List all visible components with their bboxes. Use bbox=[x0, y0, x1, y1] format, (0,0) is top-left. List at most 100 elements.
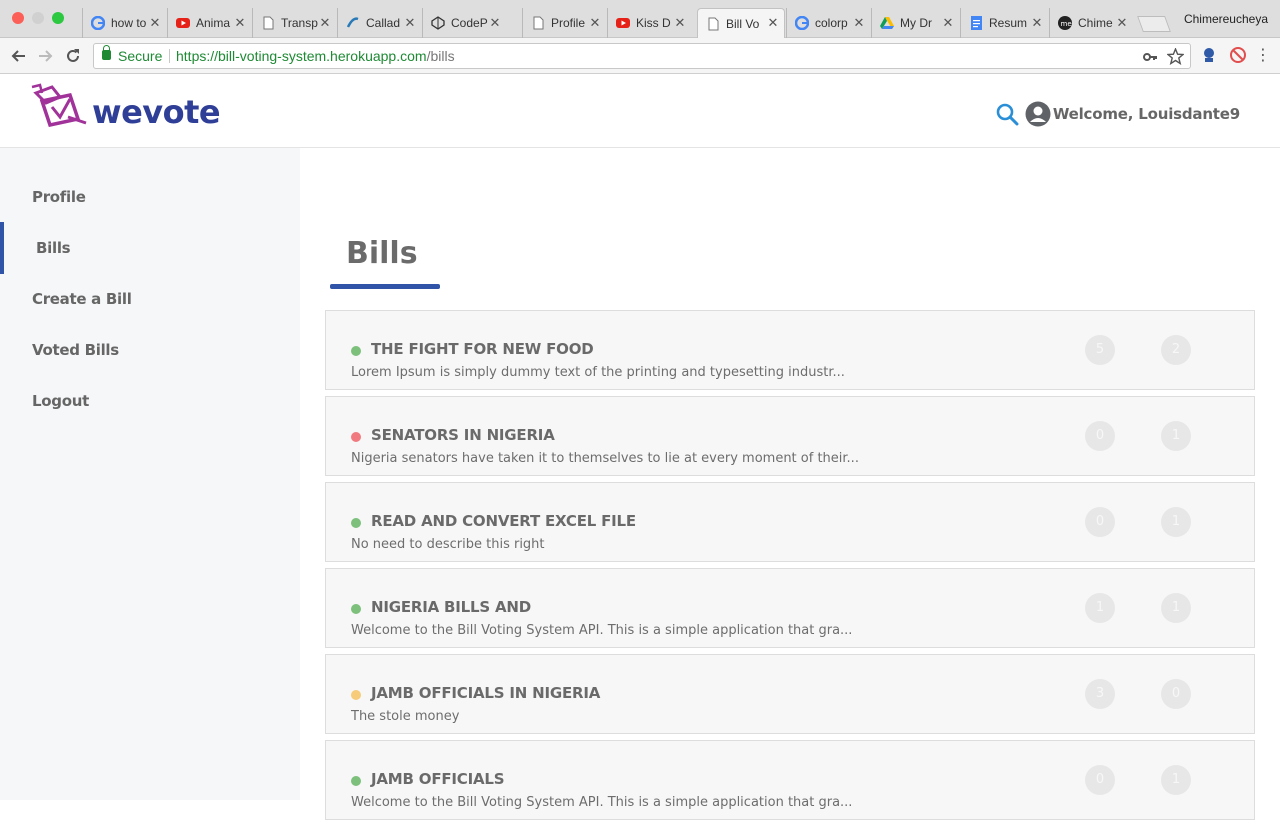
downvote-count-badge: 0 bbox=[1161, 679, 1191, 709]
browser-menu-icon[interactable]: ⋮ bbox=[1254, 46, 1272, 64]
close-tab-icon[interactable]: ✕ bbox=[1115, 16, 1129, 31]
sidebar-item-voted-bills[interactable]: Voted Bills bbox=[32, 341, 119, 359]
extension-icon[interactable] bbox=[1200, 46, 1218, 64]
search-icon[interactable] bbox=[995, 102, 1019, 126]
sidebar-item-create-bill[interactable]: Create a Bill bbox=[32, 290, 132, 308]
bill-card[interactable]: JAMB OFFICIALS Welcome to the Bill Voting… bbox=[325, 740, 1255, 820]
youtube-icon bbox=[176, 16, 190, 30]
close-tab-icon[interactable]: ✕ bbox=[318, 16, 332, 31]
bill-title[interactable]: NIGERIA BILLS AND bbox=[371, 598, 531, 616]
upvote-count-badge: 5 bbox=[1085, 335, 1115, 365]
browser-tab-active[interactable]: Bill Vo ✕ bbox=[697, 8, 785, 38]
bill-title[interactable]: SENATORS IN NIGERIA bbox=[371, 426, 555, 444]
bill-description: Welcome to the Bill Voting System API. T… bbox=[351, 623, 853, 638]
address-url: https://bill-voting-system.herokuapp.com… bbox=[176, 44, 455, 68]
sidebar-item-profile[interactable]: Profile bbox=[32, 188, 86, 206]
bill-title[interactable]: READ AND CONVERT EXCEL FILE bbox=[371, 512, 636, 530]
bill-title[interactable]: JAMB OFFICIALS bbox=[371, 770, 505, 788]
secure-label: Secure bbox=[118, 48, 163, 64]
forward-arrow-icon[interactable] bbox=[34, 45, 56, 67]
welcome-text[interactable]: Welcome, Louisdante9 bbox=[1053, 105, 1240, 123]
address-bar[interactable]: Secure https://bill-voting-system.heroku… bbox=[93, 43, 1191, 69]
browser-tab[interactable]: Anima ✕ bbox=[167, 8, 251, 38]
wevote-logo[interactable]: wevote bbox=[30, 83, 221, 133]
bill-description: The stole money bbox=[351, 709, 460, 724]
user-avatar-icon[interactable] bbox=[1025, 101, 1051, 127]
codepen-icon bbox=[431, 16, 445, 30]
bill-title[interactable]: JAMB OFFICIALS IN NIGERIA bbox=[371, 684, 600, 702]
upvote-count-badge: 0 bbox=[1085, 507, 1115, 537]
close-tab-icon[interactable]: ✕ bbox=[148, 16, 162, 31]
close-tab-icon[interactable]: ✕ bbox=[852, 16, 866, 31]
upvote-count-badge: 0 bbox=[1085, 765, 1115, 795]
bill-description: Nigeria senators have taken it to themse… bbox=[351, 451, 859, 466]
bill-card[interactable]: THE FIGHT FOR NEW FOOD Lorem Ipsum is sim… bbox=[325, 310, 1255, 390]
bill-title[interactable]: THE FIGHT FOR NEW FOOD bbox=[371, 340, 594, 358]
close-tab-icon[interactable]: ✕ bbox=[673, 16, 687, 31]
page-title: Bills bbox=[346, 236, 418, 271]
minimize-window-button[interactable] bbox=[32, 12, 44, 24]
browser-tab[interactable]: CodeP ✕ bbox=[422, 8, 506, 38]
logo-text: wevote bbox=[92, 93, 221, 131]
browser-tab[interactable]: me Chime ✕ bbox=[1049, 8, 1133, 38]
close-tab-icon[interactable]: ✕ bbox=[488, 16, 502, 31]
downvote-count-badge: 1 bbox=[1161, 593, 1191, 623]
close-tab-icon[interactable]: ✕ bbox=[403, 16, 417, 31]
bill-description: No need to describe this right bbox=[351, 537, 545, 552]
main-content: Bills THE FIGHT FOR NEW FOOD Lorem Ipsum … bbox=[300, 148, 1280, 820]
url-path: /bills bbox=[426, 48, 455, 64]
browser-profile-name[interactable]: Chimereucheya bbox=[1184, 12, 1268, 26]
bill-status-dot bbox=[351, 432, 361, 442]
close-tab-icon[interactable]: ✕ bbox=[1030, 16, 1044, 31]
page-icon bbox=[706, 17, 720, 31]
new-tab-button[interactable] bbox=[1137, 16, 1171, 32]
bill-card[interactable]: READ AND CONVERT EXCEL FILE No need to de… bbox=[325, 482, 1255, 562]
close-tab-icon[interactable]: ✕ bbox=[766, 16, 780, 31]
browser-tab[interactable]: Transp ✕ bbox=[252, 8, 336, 38]
page-icon bbox=[531, 16, 545, 30]
page-icon bbox=[261, 16, 275, 30]
youtube-icon bbox=[616, 16, 630, 30]
browser-tab[interactable]: My Dr ✕ bbox=[871, 8, 959, 38]
address-separator bbox=[169, 49, 170, 63]
upvote-count-badge: 1 bbox=[1085, 593, 1115, 623]
header-user-area: Welcome, Louisdante9 bbox=[995, 101, 1240, 127]
close-tab-icon[interactable]: ✕ bbox=[233, 16, 247, 31]
lock-icon bbox=[102, 45, 111, 60]
svg-text:me: me bbox=[1061, 20, 1072, 28]
close-tab-icon[interactable]: ✕ bbox=[588, 16, 602, 31]
back-arrow-icon[interactable] bbox=[8, 45, 30, 67]
browser-tab[interactable]: colorp ✕ bbox=[786, 8, 870, 38]
google-icon bbox=[795, 16, 809, 30]
browser-tab[interactable]: how to ✕ bbox=[82, 8, 166, 38]
reload-icon[interactable] bbox=[62, 45, 84, 67]
downvote-count-badge: 1 bbox=[1161, 421, 1191, 451]
docs-icon bbox=[969, 16, 983, 30]
page-icon bbox=[346, 16, 360, 30]
bill-description: Lorem Ipsum is simply dummy text of the … bbox=[351, 365, 845, 380]
close-tab-icon[interactable]: ✕ bbox=[941, 16, 955, 31]
bill-card[interactable]: JAMB OFFICIALS IN NIGERIA The stole money… bbox=[325, 654, 1255, 734]
sidebar-item-bills[interactable]: Bills bbox=[36, 239, 71, 257]
browser-tab[interactable]: Resum ✕ bbox=[960, 8, 1048, 38]
drive-icon bbox=[880, 16, 894, 30]
key-icon[interactable] bbox=[1142, 45, 1158, 72]
bill-status-dot bbox=[351, 346, 361, 356]
bookmark-star-icon[interactable] bbox=[1166, 45, 1185, 72]
downvote-count-badge: 1 bbox=[1161, 765, 1191, 795]
medium-icon: me bbox=[1058, 16, 1072, 30]
browser-toolbar: Secure https://bill-voting-system.heroku… bbox=[0, 38, 1280, 74]
browser-tab[interactable]: Profile ✕ bbox=[522, 8, 606, 38]
browser-tab[interactable]: Kiss D ✕ bbox=[607, 8, 691, 38]
upvote-count-badge: 0 bbox=[1085, 421, 1115, 451]
downvote-count-badge: 1 bbox=[1161, 507, 1191, 537]
bill-card[interactable]: NIGERIA BILLS AND Welcome to the Bill Vot… bbox=[325, 568, 1255, 648]
browser-tab[interactable]: Callad ✕ bbox=[337, 8, 421, 38]
sidebar-item-logout[interactable]: Logout bbox=[32, 392, 89, 410]
bill-status-dot bbox=[351, 604, 361, 614]
maximize-window-button[interactable] bbox=[52, 12, 64, 24]
bill-status-dot bbox=[351, 776, 361, 786]
blocker-extension-icon[interactable] bbox=[1229, 46, 1247, 64]
close-window-button[interactable] bbox=[12, 12, 24, 24]
bill-card[interactable]: SENATORS IN NIGERIA Nigeria senators have… bbox=[325, 396, 1255, 476]
